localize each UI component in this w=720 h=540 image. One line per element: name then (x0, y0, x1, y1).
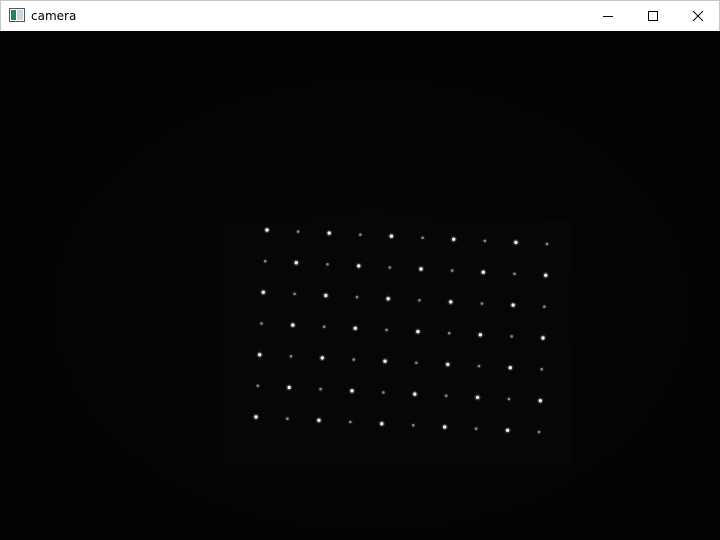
calibration-dot (388, 266, 392, 269)
calibration-dot (350, 389, 354, 393)
calibration-dot (416, 329, 420, 334)
calibration-dot (256, 384, 260, 388)
calibration-dot (355, 295, 359, 299)
calibration-dot (514, 240, 518, 245)
calibration-dot (419, 267, 423, 271)
calibration-dot (543, 305, 546, 309)
calibration-dot (317, 418, 321, 422)
calibration-dot (449, 300, 453, 304)
calibration-dot (477, 364, 481, 368)
calibration-dot (411, 424, 415, 427)
calibration-dot (382, 391, 385, 394)
calibration-dot (357, 264, 361, 268)
calibration-dot (415, 361, 418, 365)
calibration-dot (450, 269, 454, 272)
calibration-dot (386, 297, 390, 301)
calibration-dot (389, 234, 394, 238)
calibration-dot (444, 394, 448, 398)
maximize-button[interactable] (630, 1, 676, 31)
calibration-dot (383, 359, 387, 363)
title-bar[interactable]: camera (0, 0, 720, 31)
calibration-dot (418, 299, 421, 302)
camera-feed (1, 31, 719, 540)
calibration-dot (446, 362, 450, 367)
calibration-dot (513, 272, 516, 276)
calibration-dot (421, 236, 424, 240)
calibration-dot (544, 273, 548, 277)
calibration-dot (480, 302, 484, 305)
calibration-dot (254, 415, 258, 419)
minimize-icon (603, 16, 613, 17)
calibration-dot (443, 425, 447, 429)
calibration-dot (319, 387, 322, 391)
calibration-dot (349, 420, 352, 424)
calibration-dot (481, 270, 485, 274)
calibration-dot (505, 428, 510, 432)
calibration-dot (413, 392, 417, 396)
calibration-dot (507, 397, 511, 401)
calibration-dot (260, 322, 263, 325)
calibration-dot (287, 385, 291, 390)
calibration-dot (326, 263, 329, 266)
app-icon (9, 8, 25, 22)
calibration-dot (265, 228, 269, 232)
calibration-dot (320, 356, 324, 360)
calibration-dot (293, 292, 296, 296)
window-title: camera (31, 9, 77, 23)
calibration-dot (263, 259, 267, 263)
calibration-dot (452, 237, 456, 241)
close-button[interactable] (675, 1, 720, 31)
calibration-dot (447, 331, 451, 335)
calibration-dot (385, 328, 388, 332)
calibration-dot (286, 417, 289, 421)
calibration-dot (474, 427, 478, 431)
calibration-dot (324, 293, 328, 298)
calibration-dot (291, 323, 295, 327)
calibration-dot-grid (252, 226, 550, 435)
calibration-dot (545, 242, 549, 246)
calibration-dot (289, 355, 293, 358)
calibration-dot (541, 336, 545, 340)
calibration-dot (475, 395, 480, 400)
calibration-dot (296, 230, 300, 233)
calibration-dot (322, 325, 326, 329)
calibration-dot (353, 326, 357, 330)
minimize-button[interactable] (585, 1, 631, 31)
calibration-dot (508, 366, 512, 370)
calibration-dot (537, 430, 541, 434)
calibration-dot (359, 233, 362, 236)
calibration-dot (483, 239, 487, 243)
calibration-dot (510, 335, 513, 338)
calibration-dot (261, 290, 265, 294)
calibration-dot (294, 261, 298, 265)
calibration-dot (258, 353, 262, 357)
close-icon (692, 10, 704, 22)
calibration-dot (352, 358, 356, 361)
calibration-dot (478, 333, 483, 337)
calibration-dot (327, 231, 331, 235)
maximize-icon (648, 11, 658, 21)
calibration-dot (380, 422, 384, 426)
camera-window: camera (0, 0, 720, 540)
calibration-dot (511, 303, 515, 307)
calibration-dot (540, 368, 543, 371)
calibration-dot (538, 399, 542, 403)
